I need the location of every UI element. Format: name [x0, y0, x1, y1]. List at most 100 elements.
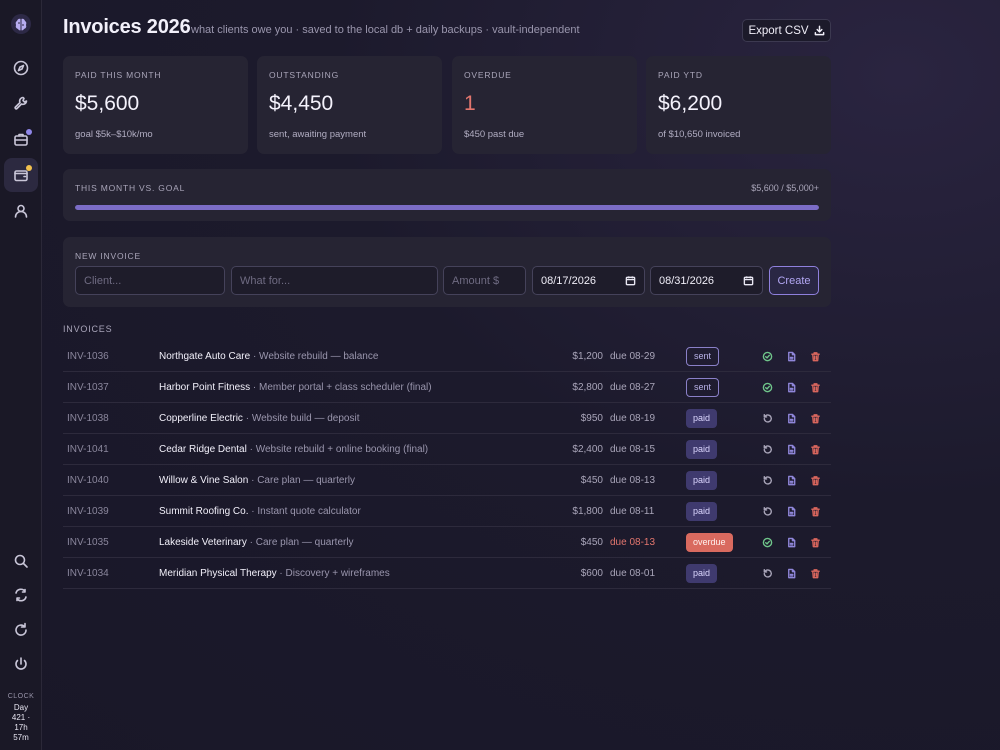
invoice-due-date: due 08-19: [610, 413, 656, 424]
mark-unpaid-button[interactable]: [762, 413, 773, 424]
amount-input[interactable]: Amount $: [443, 266, 526, 295]
goal-progress-bar: [75, 205, 819, 210]
stat-sub: goal $5k–$10k/mo: [75, 129, 153, 140]
nav-user-button[interactable]: [4, 194, 38, 228]
clock-label: CLOCK: [7, 693, 35, 700]
new-invoice-panel: NEW INVOICE Client... What for... Amount…: [63, 237, 831, 307]
goal-progress-fill: [75, 205, 819, 210]
view-pdf-button[interactable]: [786, 444, 797, 455]
invoice-due-date: due 08-01: [610, 568, 656, 579]
power-button[interactable]: [4, 647, 38, 681]
new-invoice-label: NEW INVOICE: [75, 251, 141, 261]
create-invoice-button[interactable]: Create: [769, 266, 819, 295]
invoice-amount: $2,800: [572, 382, 603, 393]
invoice-client: Cedar Ridge Dental: [159, 444, 247, 455]
client-input[interactable]: Client...: [75, 266, 225, 295]
trash-icon: [811, 507, 820, 517]
nav-briefcase-button[interactable]: [4, 122, 38, 156]
view-pdf-button[interactable]: [786, 475, 797, 486]
invoice-client: Lakeside Veterinary: [159, 537, 247, 548]
sync-button[interactable]: [4, 578, 38, 612]
invoice-description: · Member portal + class scheduler (final…: [250, 382, 432, 393]
invoice-id: INV-1034: [67, 568, 109, 579]
delete-invoice-button[interactable]: [810, 351, 821, 362]
mark-paid-button[interactable]: [762, 382, 773, 393]
issue-date-value: 08/17/2026: [541, 274, 597, 287]
mark-unpaid-button[interactable]: [762, 506, 773, 517]
mark-unpaid-button[interactable]: [762, 475, 773, 486]
issue-date-input[interactable]: 08/17/2026: [532, 266, 645, 295]
invoice-due-date: due 08-13: [610, 475, 656, 486]
invoice-due-date: due 08-15: [610, 444, 656, 455]
mark-paid-button[interactable]: [762, 537, 773, 548]
check-circle-icon: [762, 537, 773, 548]
invoice-row[interactable]: INV-1034 Meridian Physical Therapy · Dis…: [63, 558, 831, 589]
invoice-row[interactable]: INV-1035 Lakeside Veterinary · Care plan…: [63, 527, 831, 558]
wrench-icon: [14, 96, 28, 110]
invoice-row[interactable]: INV-1037 Harbor Point Fitness · Member p…: [63, 372, 831, 403]
view-pdf-button[interactable]: [786, 382, 797, 393]
invoice-description: · Discovery + wireframes: [276, 568, 390, 579]
calendar-icon[interactable]: [743, 275, 754, 286]
clock: CLOCK Day 421 · 17h 57m: [0, 692, 42, 743]
invoice-description: · Website build — deposit: [242, 413, 360, 424]
status-badge: sent: [686, 378, 720, 397]
check-circle-icon: [762, 382, 773, 393]
delete-invoice-button[interactable]: [810, 506, 821, 517]
invoice-amount: $450: [580, 537, 603, 548]
clock-line: 421 ·: [11, 713, 31, 722]
invoice-row[interactable]: INV-1041 Cedar Ridge Dental · Website re…: [63, 434, 831, 465]
status-badge: sent: [686, 347, 720, 366]
invoice-row[interactable]: INV-1038 Copperline Electric · Website b…: [63, 403, 831, 434]
invoice-row[interactable]: INV-1040 Willow & Vine Salon · Care plan…: [63, 465, 831, 496]
compass-icon: [13, 60, 29, 76]
nav-wrench-button[interactable]: [4, 86, 38, 120]
delete-invoice-button[interactable]: [810, 413, 821, 424]
nav-compass-button[interactable]: [4, 51, 38, 85]
view-pdf-button[interactable]: [786, 537, 797, 548]
undo-icon: [763, 413, 772, 423]
nav-wallet-button[interactable]: [4, 158, 38, 192]
trash-icon: [811, 569, 820, 579]
stat-card-outstanding: OUTSTANDING $4,450 sent, awaiting paymen…: [257, 56, 442, 154]
view-pdf-button[interactable]: [786, 568, 797, 579]
stat-label: OVERDUE: [464, 70, 512, 80]
brain-logo-icon[interactable]: [10, 13, 32, 35]
stat-card-paid-ytd: PAID YTD $6,200 of $10,650 invoiced: [646, 56, 831, 154]
invoice-client: Copperline Electric: [159, 413, 243, 424]
due-date-input[interactable]: 08/31/2026: [650, 266, 763, 295]
delete-invoice-button[interactable]: [810, 382, 821, 393]
refresh-icon: [15, 622, 27, 636]
invoice-client-cell: Meridian Physical Therapy · Discovery + …: [159, 558, 390, 589]
invoice-row[interactable]: INV-1039 Summit Roofing Co. · Instant qu…: [63, 496, 831, 527]
search-button[interactable]: [4, 544, 38, 578]
export-csv-button[interactable]: Export CSV: [742, 19, 831, 42]
download-icon: [814, 25, 824, 36]
delete-invoice-button[interactable]: [810, 537, 821, 548]
invoice-client-cell: Copperline Electric · Website build — de…: [159, 403, 359, 434]
view-pdf-button[interactable]: [786, 413, 797, 424]
mark-unpaid-button[interactable]: [762, 568, 773, 579]
mark-unpaid-button[interactable]: [762, 444, 773, 455]
sync-icon: [15, 588, 27, 602]
description-input[interactable]: What for...: [231, 266, 438, 295]
invoice-amount: $1,800: [572, 506, 603, 517]
status-badge: paid: [686, 409, 718, 428]
calendar-icon[interactable]: [625, 275, 636, 286]
document-icon: [788, 444, 796, 455]
delete-invoice-button[interactable]: [810, 444, 821, 455]
invoices-table: INV-1036 Northgate Auto Care · Website r…: [63, 341, 831, 589]
clock-line: Day: [13, 703, 29, 712]
view-pdf-button[interactable]: [786, 351, 797, 362]
mark-paid-button[interactable]: [762, 351, 773, 362]
delete-invoice-button[interactable]: [810, 568, 821, 579]
search-icon: [14, 554, 28, 568]
invoice-amount: $2,400: [572, 444, 603, 455]
delete-invoice-button[interactable]: [810, 475, 821, 486]
document-icon: [788, 413, 796, 424]
sidebar: CLOCK Day 421 · 17h 57m: [0, 0, 42, 750]
status-badge: overdue: [686, 533, 733, 552]
invoice-row[interactable]: INV-1036 Northgate Auto Care · Website r…: [63, 341, 831, 372]
view-pdf-button[interactable]: [786, 506, 797, 517]
refresh-button[interactable]: [4, 613, 38, 647]
